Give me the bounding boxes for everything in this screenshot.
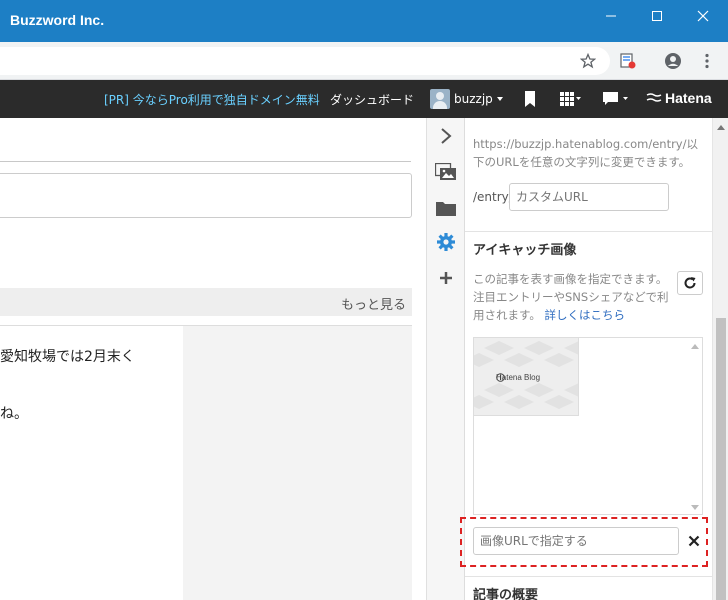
add-tool-button[interactable] bbox=[433, 266, 459, 290]
dashboard-link[interactable]: ダッシュボード bbox=[330, 91, 414, 108]
summary-section-header: 記事の概要 bbox=[465, 576, 713, 600]
eyecatch-help-link[interactable]: 詳しくはこちら bbox=[545, 308, 626, 322]
apps-menu-button[interactable] bbox=[560, 90, 582, 108]
scroll-up-arrow-icon bbox=[717, 125, 725, 130]
folder-tool-button[interactable] bbox=[433, 196, 459, 220]
scroll-down-icon bbox=[691, 505, 699, 510]
username: buzzjp bbox=[454, 92, 493, 106]
bookmark-icon bbox=[525, 91, 535, 107]
plus-icon bbox=[440, 272, 452, 284]
browser-toolbar bbox=[0, 42, 728, 80]
extension-icon bbox=[620, 53, 636, 69]
account-button[interactable] bbox=[663, 51, 683, 71]
eyecatch-image-list: Hatena Blog bbox=[473, 337, 703, 515]
window-title: Buzzword Inc. bbox=[10, 12, 105, 28]
account-icon bbox=[665, 53, 681, 69]
clear-image-url-button[interactable] bbox=[683, 529, 705, 553]
folder-icon bbox=[436, 202, 456, 216]
maximize-button[interactable] bbox=[634, 0, 680, 32]
bookmark-button[interactable] bbox=[524, 90, 536, 108]
settings-sidebar: https://buzzjp.hatenablog.com/entry/以下のU… bbox=[464, 118, 713, 600]
settings-gear-icon bbox=[437, 233, 455, 251]
eyecatch-section-header: アイキャッチ画像 bbox=[465, 231, 713, 261]
image-list-scrollbar[interactable] bbox=[688, 338, 702, 514]
hatena-blog-mark-icon bbox=[496, 373, 505, 382]
avatar bbox=[430, 89, 450, 109]
user-menu[interactable]: buzzjp bbox=[430, 89, 503, 109]
entry-prefix: /entry/ bbox=[473, 190, 513, 204]
minimize-button[interactable] bbox=[588, 0, 634, 32]
custom-url-note: https://buzzjp.hatenablog.com/entry/以下のU… bbox=[473, 137, 698, 169]
more-bar: もっと見る bbox=[0, 288, 412, 316]
more-link[interactable]: もっと見る bbox=[341, 294, 406, 313]
image-icon bbox=[435, 163, 456, 180]
bookmark-star-button[interactable] bbox=[578, 51, 598, 71]
editor-tool-strip bbox=[426, 118, 464, 600]
refresh-icon bbox=[684, 277, 696, 289]
editor-main: もっと見る 愛知牧場では2月末く ね。 bbox=[0, 118, 426, 600]
collapse-sidebar-button[interactable] bbox=[433, 124, 459, 148]
preview-pane bbox=[183, 326, 412, 600]
collapse-chevron-icon bbox=[441, 128, 452, 144]
eyecatch-thumbnail[interactable]: Hatena Blog bbox=[474, 338, 579, 416]
hatena-globalheader: [PR] 今ならPro利用で独自ドメイン無料 ダッシュボード buzzjp Ha… bbox=[0, 80, 728, 118]
hatena-logo-text: Hatena bbox=[665, 90, 712, 106]
editor-body[interactable]: 愛知牧場では2月末く ね。 bbox=[0, 325, 412, 600]
hatena-blog-watermark: Hatena Blog bbox=[496, 373, 540, 382]
image-url-row bbox=[473, 527, 703, 557]
body-line-2: ね。 bbox=[0, 406, 28, 422]
image-url-input[interactable] bbox=[473, 527, 679, 555]
extension-button[interactable] bbox=[618, 51, 638, 71]
scroll-up-icon bbox=[691, 344, 699, 349]
close-button[interactable] bbox=[680, 0, 726, 32]
custom-url-input[interactable] bbox=[509, 183, 669, 211]
browser-menu-button[interactable] bbox=[697, 51, 717, 71]
refresh-images-button[interactable] bbox=[677, 271, 703, 295]
comment-icon bbox=[603, 92, 628, 105]
comments-button[interactable] bbox=[603, 90, 629, 108]
maximize-icon bbox=[652, 11, 662, 21]
address-bar[interactable] bbox=[0, 47, 610, 75]
settings-tool-button[interactable] bbox=[433, 230, 459, 254]
eyecatch-description: この記事を表す画像を指定できます。注目エントリーやSNSシェアなどで利用されます… bbox=[473, 270, 669, 324]
sidebar-scrollbar[interactable] bbox=[712, 118, 728, 600]
eyecatch-heading: アイキャッチ画像 bbox=[473, 243, 577, 258]
summary-heading: 記事の概要 bbox=[473, 588, 539, 600]
hatena-logo[interactable]: Hatena bbox=[646, 90, 712, 106]
close-icon bbox=[697, 10, 709, 22]
hatena-logo-icon bbox=[646, 93, 662, 102]
scrollbar-thumb[interactable] bbox=[716, 318, 726, 600]
pr-link[interactable]: [PR] 今ならPro利用で独自ドメイン無料 bbox=[104, 91, 320, 108]
minimize-icon bbox=[606, 15, 616, 17]
window-titlebar: Buzzword Inc. bbox=[0, 0, 728, 42]
apps-grid-icon bbox=[560, 92, 581, 106]
star-icon bbox=[580, 53, 596, 69]
body-line-1: 愛知牧場では2月末く bbox=[0, 349, 135, 365]
editor-text-field[interactable] bbox=[0, 173, 412, 218]
image-tool-button[interactable] bbox=[433, 160, 459, 184]
title-underline bbox=[0, 161, 411, 162]
body-text: 愛知牧場では2月末く ね。 bbox=[0, 326, 183, 600]
clear-x-icon bbox=[688, 535, 700, 547]
caret-down-icon bbox=[496, 97, 503, 101]
scrollbar-up-arrow[interactable] bbox=[716, 122, 726, 132]
menu-icon bbox=[705, 53, 709, 69]
